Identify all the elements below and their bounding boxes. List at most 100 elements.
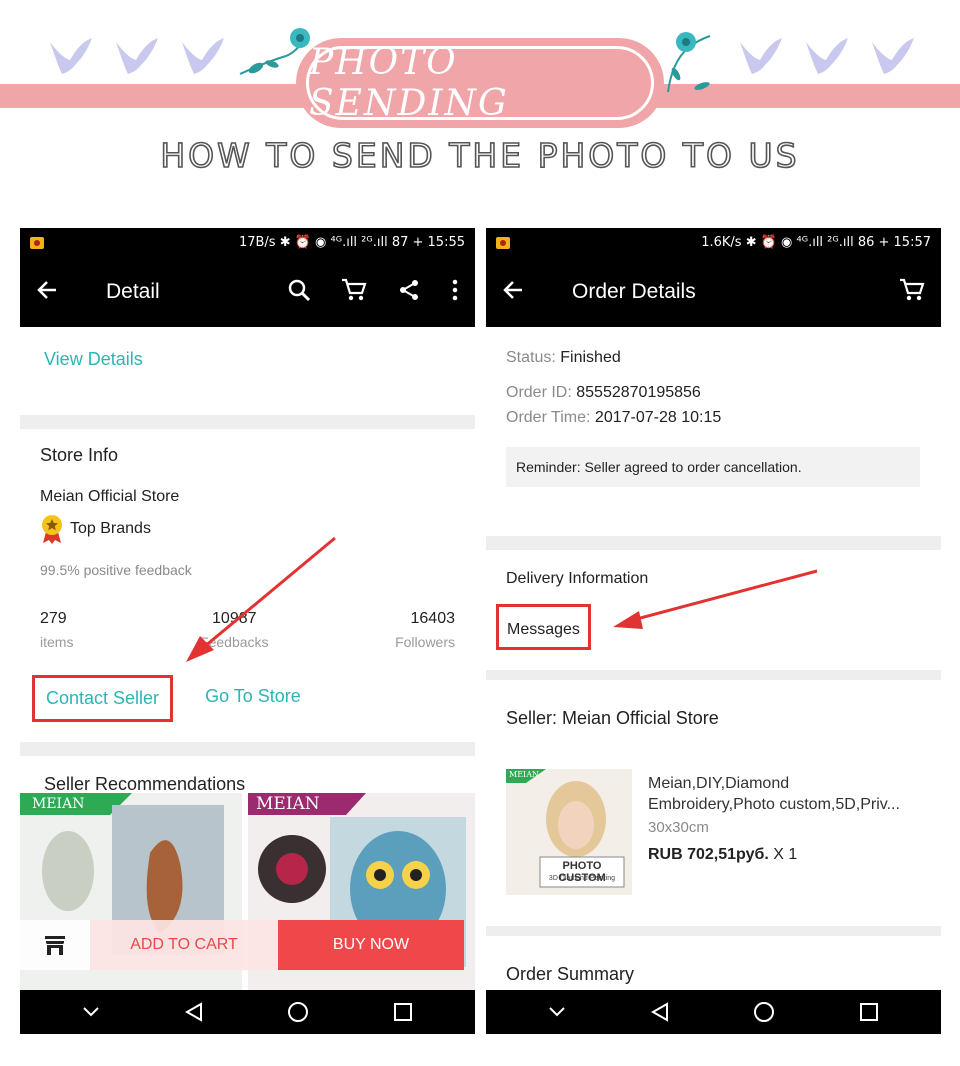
order-info-section: Status: Finished Order ID: 8555287019585… [486, 327, 941, 536]
back-arrow-icon[interactable] [502, 279, 542, 306]
status-text: 1.6K/s ✱ ⏰ ◉ ⁴ᴳ.ıll ²ᴳ.ıll 86 + 15:57 [701, 235, 931, 250]
phone-right-order-details: 1.6K/s ✱ ⏰ ◉ ⁴ᴳ.ıll ²ᴳ.ıll 86 + 15:57 Or… [486, 228, 941, 1034]
view-details-link[interactable]: View Details [20, 327, 475, 415]
back-arrow-icon[interactable] [36, 279, 76, 306]
contact-seller-button[interactable]: Contact Seller [46, 688, 159, 708]
messages-button[interactable]: Messages [507, 621, 580, 638]
page-title: Detail [106, 280, 160, 303]
chevron-down-icon[interactable] [548, 1006, 566, 1018]
divider [486, 670, 941, 680]
order-summary-title[interactable]: Order Summary [506, 964, 921, 985]
cart-icon[interactable] [899, 278, 925, 307]
stat-value: 16403 [410, 610, 456, 627]
order-time-label: Order Time: [506, 409, 591, 426]
product-thumbnail[interactable]: MEIAN PHOTO CUSTOM 3D Diamond Painting [506, 769, 632, 895]
app-notification-icon [496, 236, 510, 249]
banner-subtitle: HOW TO SEND THE PHOTO TO US [160, 135, 800, 176]
status-bar: 1.6K/s ✱ ⏰ ◉ ⁴ᴳ.ıll ²ᴳ.ıll 86 + 15:57 [486, 228, 941, 257]
stat-label: items [40, 634, 74, 650]
buy-now-button[interactable]: BUY NOW [278, 920, 464, 970]
messages-highlight: Messages [496, 604, 591, 650]
stat-items: 279 items [40, 610, 73, 650]
nav-back-icon[interactable] [184, 1002, 204, 1022]
nav-home-icon[interactable] [287, 1001, 309, 1023]
delivery-information-link[interactable]: Delivery Information [506, 570, 921, 588]
status-bar: 17B/s ✱ ⏰ ◉ ⁴ᴳ.ıll ²ᴳ.ıll 87 + 15:55 [20, 228, 475, 257]
stat-label: Feedbacks [200, 634, 269, 650]
nav-home-icon[interactable] [753, 1001, 775, 1023]
product-img-subcaption: 3D Diamond Painting [548, 875, 616, 882]
add-to-cart-button[interactable]: ADD TO CART [90, 920, 278, 970]
divider [486, 926, 941, 936]
divider [486, 536, 941, 550]
status-label: Status: [506, 349, 556, 366]
cart-icon[interactable] [341, 278, 367, 307]
product-details: Meian,DIY,Diamond Embroidery,Photo custo… [648, 773, 920, 895]
seller-recommendations: Seller Recommendations [20, 756, 475, 795]
phone-left-detail: 17B/s ✱ ⏰ ◉ ⁴ᴳ.ıll ²ᴳ.ıll 87 + 15:55 Det… [20, 228, 475, 1034]
store-icon [45, 936, 65, 955]
top-brands-label: Top Brands [70, 520, 151, 537]
order-id-value: 85552870195856 [576, 384, 701, 401]
stat-followers: 16403 Followers [395, 610, 455, 650]
product-size: 30x30cm [648, 819, 709, 836]
seller-title: Seller: Meian Official Store [506, 708, 719, 728]
banner-pill-inner: PHOTO SENDING [306, 42, 654, 124]
banner-title: PHOTO SENDING [309, 42, 509, 124]
seller-section: Seller: Meian Official Store MEIAN PHOTO… [486, 680, 941, 926]
order-summary-section: Order Summary [486, 936, 941, 985]
android-nav-bar [20, 990, 475, 1034]
app-notification-icon [30, 236, 44, 249]
divider [20, 415, 475, 429]
product-price-row: RUB 702,51руб. X 1 [648, 846, 920, 864]
stat-label: Followers [395, 634, 455, 650]
birds-left-icon [50, 38, 224, 74]
chevron-down-icon[interactable] [82, 1006, 100, 1018]
divider [20, 742, 475, 756]
stat-feedbacks: 10987 Feedbacks [200, 610, 268, 650]
product-item[interactable]: MEIAN PHOTO CUSTOM 3D Diamond Painting M… [506, 769, 921, 895]
store-name: Meian Official Store [40, 488, 180, 505]
store-links: Contact Seller Go To Store [32, 675, 455, 722]
nav-recents-icon[interactable] [859, 1002, 879, 1022]
go-to-store-button[interactable]: Go To Store [205, 686, 301, 722]
birds-right-icon [740, 38, 914, 74]
android-nav-bar [486, 990, 941, 1034]
flower-right-icon [667, 32, 711, 93]
order-id-label: Order ID: [506, 384, 572, 401]
order-id: Order ID: 85552870195856 [506, 384, 921, 402]
contact-seller-highlight: Contact Seller [32, 675, 174, 722]
medal-icon [42, 515, 62, 544]
page-title: Order Details [572, 280, 696, 303]
reminder-notice: Reminder: Seller agreed to order cancell… [506, 447, 920, 487]
stat-value: 279 [40, 610, 67, 627]
store-info-title: Store Info [40, 445, 119, 465]
rec-brand-2: MEIAN [256, 794, 320, 814]
nav-back-icon[interactable] [650, 1002, 670, 1022]
order-time-value: 2017-07-28 10:15 [594, 409, 722, 426]
product-name: Meian,DIY,Diamond Embroidery,Photo custo… [648, 775, 900, 813]
delivery-section: Delivery Information Messages [486, 550, 941, 670]
more-vertical-icon[interactable] [451, 278, 459, 307]
rec-brand-1: MEIAN [32, 796, 85, 812]
toolbar: Order Details [486, 257, 941, 327]
toolbar: Detail [20, 257, 475, 327]
banner: PHOTO SENDING HOW TO SEND THE PHOTO TO U… [0, 0, 960, 200]
order-time: Order Time: 2017-07-28 10:15 [506, 409, 921, 427]
search-icon[interactable] [287, 278, 311, 307]
top-brands-badge: Top Brands [40, 514, 455, 544]
store-info-section: Store Info Meian Official Store Top Bran… [20, 429, 475, 742]
positive-feedback: 99.5% positive feedback [40, 562, 192, 578]
stat-value: 10987 [212, 610, 257, 627]
nav-recents-icon[interactable] [393, 1002, 413, 1022]
recommendations-title: Seller Recommendations [44, 774, 246, 794]
bottom-action-bar: ADD TO CART BUY NOW [20, 920, 475, 970]
product-price: RUB 702,51руб. [648, 846, 769, 863]
status-text: 17B/s ✱ ⏰ ◉ ⁴ᴳ.ıll ²ᴳ.ıll 87 + 15:55 [238, 235, 465, 250]
product-qty: X 1 [773, 846, 798, 863]
product-img-badge: MEIAN [509, 770, 539, 779]
status-value: Finished [560, 349, 621, 366]
store-button[interactable] [20, 920, 90, 970]
order-status: Status: Finished [506, 349, 921, 367]
share-icon[interactable] [397, 278, 421, 307]
